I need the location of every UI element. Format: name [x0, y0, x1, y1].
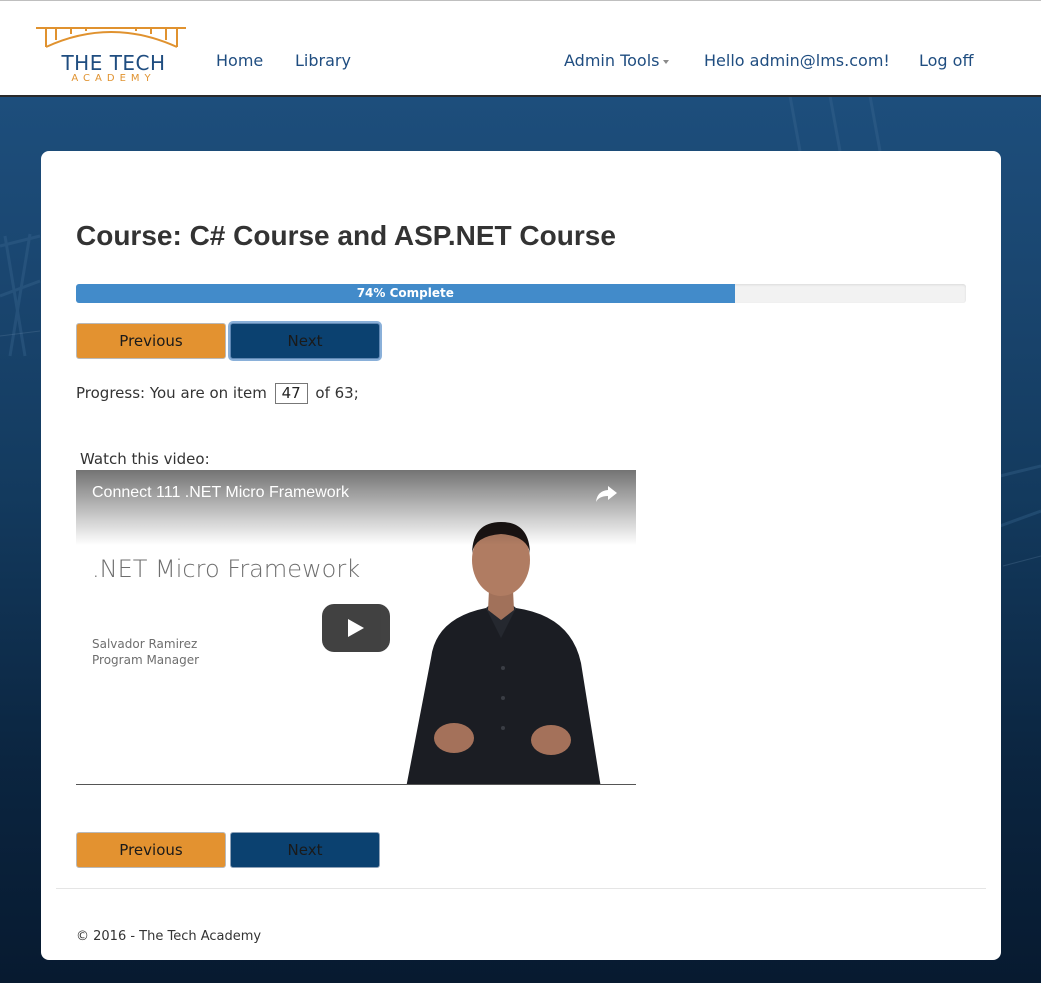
video-title[interactable]: Connect 111 .NET Micro Framework	[92, 484, 349, 502]
next-button-bottom[interactable]: Next	[230, 832, 380, 868]
top-navbar: THE TECH ACADEMY Home Library Admin Tool…	[0, 0, 1041, 97]
admin-tools-label: Admin Tools	[564, 51, 660, 70]
presenter-role: Program Manager	[92, 653, 200, 667]
progress-bar-fill: 74% Complete	[76, 284, 735, 303]
nav-library-link[interactable]: Library	[295, 51, 351, 70]
progress-status: Progress: You are on item 47 of 63;	[76, 383, 359, 404]
brand-title: THE TECH	[61, 51, 166, 75]
nav-user-greeting-link[interactable]: Hello admin@lms.com!	[704, 51, 890, 70]
progress-suffix: of 63;	[315, 384, 359, 402]
play-icon	[348, 619, 364, 637]
bridge-arch-icon	[36, 27, 186, 48]
next-button-top[interactable]: Next	[230, 323, 380, 359]
nav-admin-tools-dropdown[interactable]: Admin Tools	[564, 51, 669, 70]
brand-logo[interactable]: THE TECH ACADEMY	[34, 23, 189, 89]
nav-home-link[interactable]: Home	[216, 51, 263, 70]
brand-subtitle: ACADEMY	[71, 73, 156, 84]
course-progress-bar: 74% Complete	[76, 284, 966, 303]
previous-button-top[interactable]: Previous	[76, 323, 226, 359]
page-title: Course: C# Course and ASP.NET Course	[76, 220, 616, 251]
slide-heading: .NET Micro Framework	[92, 555, 361, 583]
caret-down-icon	[662, 59, 669, 64]
current-item-number: 47	[274, 383, 308, 404]
footer-copyright: © 2016 - The Tech Academy	[76, 929, 262, 944]
share-icon[interactable]	[594, 484, 618, 504]
footer-divider	[56, 888, 986, 889]
video-label: Watch this video:	[80, 450, 210, 468]
previous-button-bottom[interactable]: Previous	[76, 832, 226, 868]
video-header-shade	[76, 470, 636, 545]
presenter-name: Salvador Ramirez	[92, 637, 198, 651]
progress-prefix: Progress: You are on item	[76, 384, 267, 402]
video-player[interactable]: .NET Micro Framework Salvador Ramirez Pr…	[76, 470, 636, 785]
course-content-card: Course: C# Course and ASP.NET Course 74%…	[41, 151, 1001, 960]
nav-logoff-link[interactable]: Log off	[919, 51, 973, 70]
play-button[interactable]	[322, 604, 390, 652]
